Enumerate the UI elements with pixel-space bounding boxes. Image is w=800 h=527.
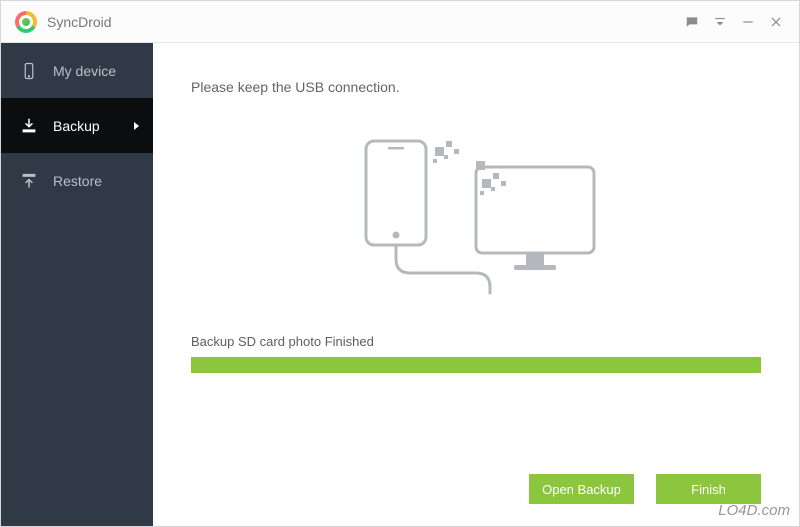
app-logo-icon xyxy=(15,11,37,33)
progress-bar xyxy=(191,357,761,373)
status-text: Backup SD card photo Finished xyxy=(191,334,761,349)
open-backup-button[interactable]: Open Backup xyxy=(529,474,634,504)
menu-dropdown-button[interactable] xyxy=(707,9,733,35)
finish-button[interactable]: Finish xyxy=(656,474,761,504)
body: My device Backup Restore Please keep the… xyxy=(1,43,799,526)
sidebar-item-my-device[interactable]: My device xyxy=(1,43,153,98)
chevron-right-icon xyxy=(134,122,139,130)
app-title: SyncDroid xyxy=(47,14,112,30)
app-window: SyncDroid My device xyxy=(0,0,800,527)
sidebar-item-label: My device xyxy=(53,63,116,79)
minimize-button[interactable] xyxy=(735,9,761,35)
titlebar: SyncDroid xyxy=(1,1,799,43)
action-bar: Open Backup Finish xyxy=(529,474,761,504)
instruction-text: Please keep the USB connection. xyxy=(191,79,761,95)
backup-illustration xyxy=(191,115,761,310)
sidebar-item-restore[interactable]: Restore xyxy=(1,153,153,208)
feedback-button[interactable] xyxy=(679,9,705,35)
phone-icon xyxy=(19,61,39,81)
sidebar-item-label: Restore xyxy=(53,173,102,189)
sidebar-item-label: Backup xyxy=(53,118,100,134)
close-button[interactable] xyxy=(763,9,789,35)
download-icon xyxy=(19,116,39,136)
sidebar: My device Backup Restore xyxy=(1,43,153,526)
main-content: Please keep the USB connection. xyxy=(153,43,799,526)
sidebar-item-backup[interactable]: Backup xyxy=(1,98,153,153)
upload-icon xyxy=(19,171,39,191)
